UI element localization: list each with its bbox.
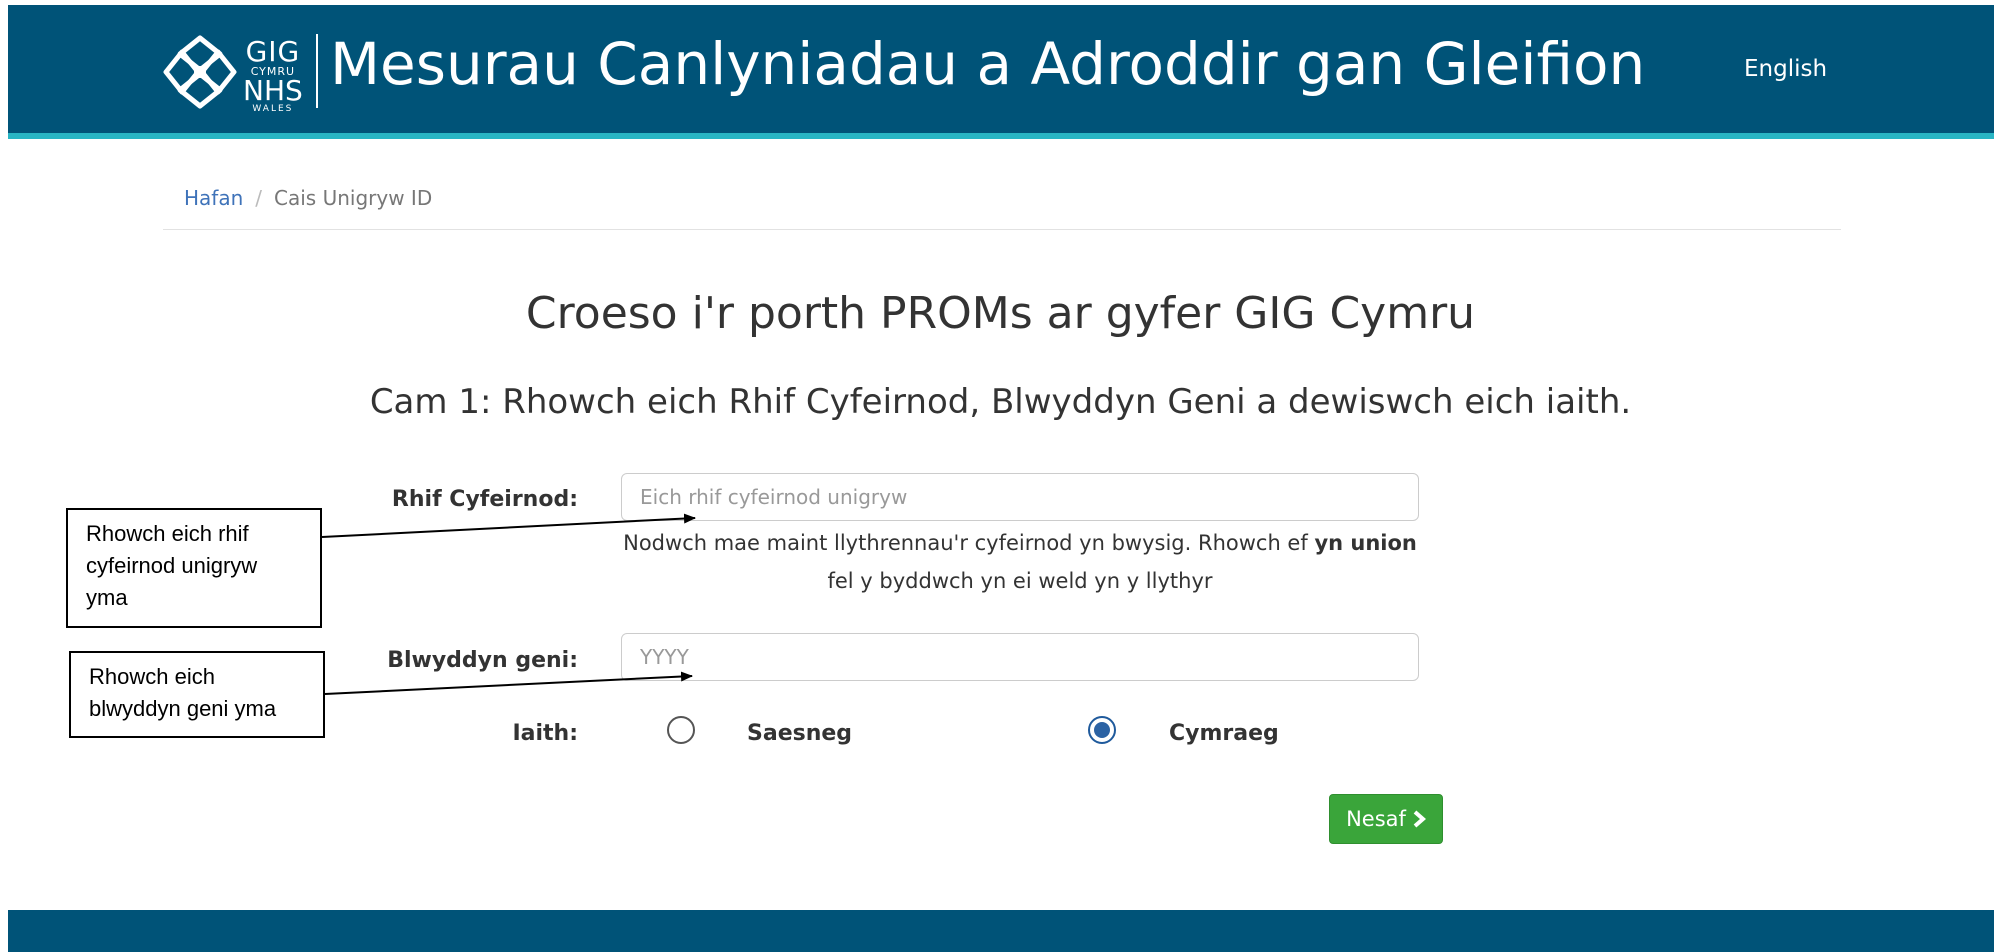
arrow-to-reference-input [321,513,696,538]
page-edge [1995,640,2001,900]
site-footer [8,910,1994,952]
arrow-to-birth-year-input [324,671,693,695]
callout-arrows [321,513,696,695]
